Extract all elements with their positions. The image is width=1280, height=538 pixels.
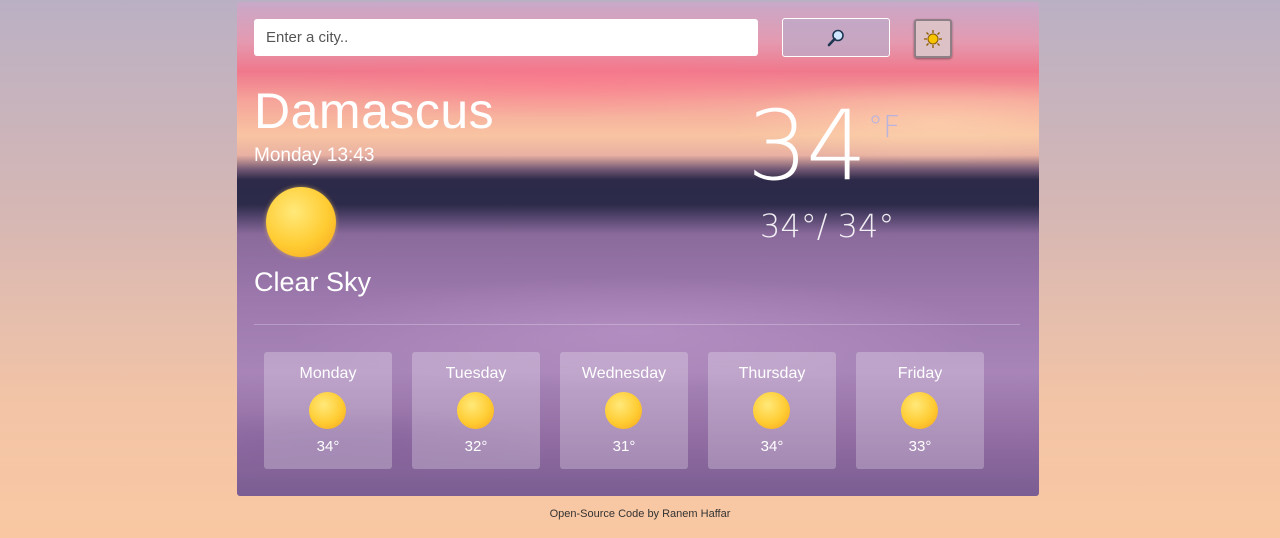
sun-icon (266, 187, 336, 257)
sun-icon (457, 392, 494, 429)
forecast-temp: 32° (464, 438, 488, 455)
theme-toggle-button[interactable] (914, 19, 952, 58)
forecast-day: Wednesday (581, 365, 667, 382)
forecast-temp: 31° (612, 438, 636, 455)
min-max-temperature: 34°/ 34° (760, 207, 895, 245)
city-search-input[interactable] (254, 19, 758, 56)
forecast-day: Friday (897, 365, 943, 382)
footer-credit: Open-Source Code by Ranem Haffar (549, 508, 731, 520)
city-name: Damascus (254, 83, 495, 139)
temperature-unit[interactable]: °F (868, 110, 900, 145)
search-button[interactable] (782, 18, 890, 57)
forecast-card: Thursday 34° (708, 352, 836, 469)
sun-icon (309, 392, 346, 429)
magnifier-icon (827, 29, 844, 46)
forecast-card: Friday 33° (856, 352, 984, 469)
weather-card: Damascus Monday 13:43 Clear Sky 34 °F 34… (237, 2, 1039, 496)
weather-condition: Clear Sky (254, 267, 372, 297)
forecast-card: Tuesday 32° (412, 352, 540, 469)
forecast-card: Wednesday 31° (560, 352, 688, 469)
sun-icon (753, 392, 790, 429)
forecast-temp: 34° (316, 438, 340, 455)
forecast-day: Thursday (738, 365, 806, 382)
current-datetime: Monday 13:43 (254, 145, 375, 166)
sun-icon (901, 392, 938, 429)
current-temperature: 34 (747, 90, 867, 202)
forecast-temp: 33° (908, 438, 932, 455)
forecast-day: Monday (299, 365, 357, 382)
sun-icon (605, 392, 642, 429)
divider (254, 324, 1020, 325)
forecast-temp: 34° (760, 438, 784, 455)
forecast-day: Tuesday (445, 365, 507, 382)
forecast-card: Monday 34° (264, 352, 392, 469)
sun-icon (924, 29, 942, 48)
